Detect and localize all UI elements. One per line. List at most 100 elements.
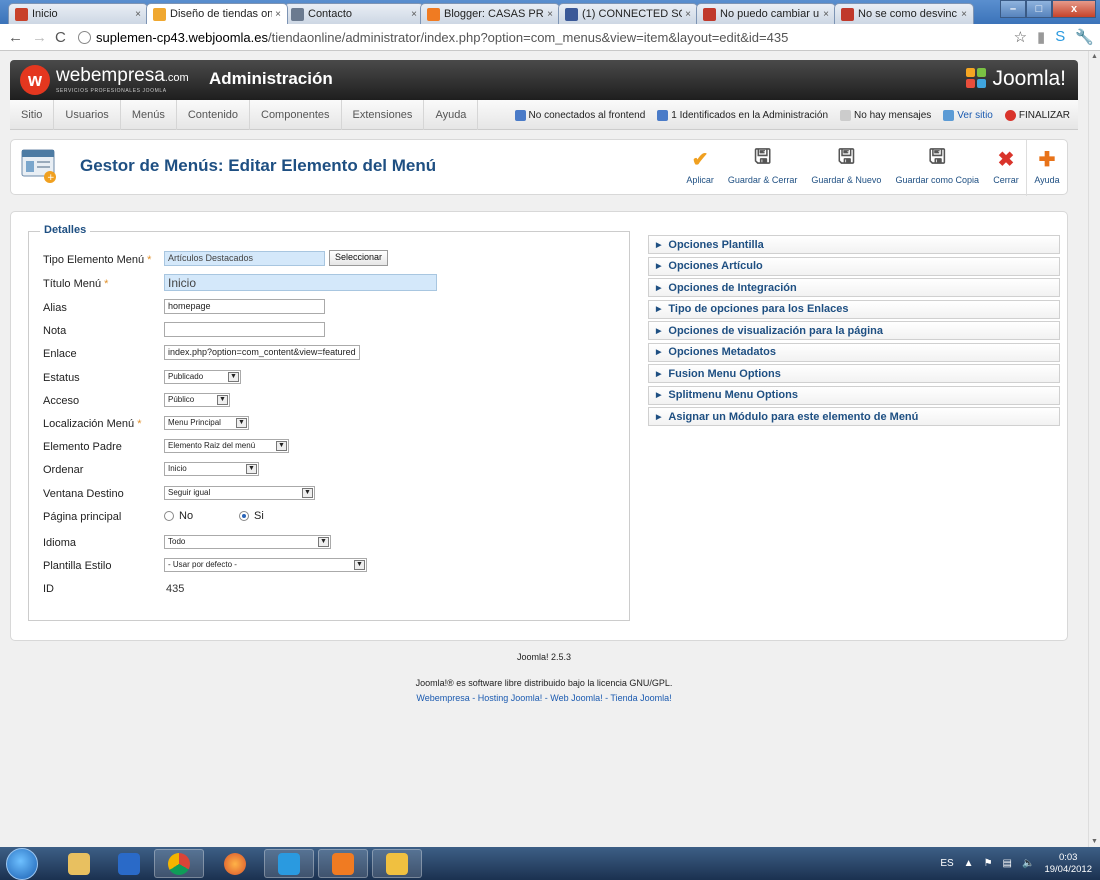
accordion-section[interactable]: ▶ Opciones Plantilla [648, 235, 1060, 254]
maximize-button[interactable]: □ [1026, 0, 1052, 18]
radio-yes[interactable] [239, 511, 249, 521]
tab-close-icon[interactable]: × [411, 9, 417, 20]
clock[interactable]: 0:03 19/04/2012 [1044, 852, 1092, 876]
accordion-section[interactable]: ▶ Opciones Artículo [648, 256, 1060, 276]
tab-close-icon[interactable]: × [135, 9, 141, 20]
save-new-button[interactable]: 🖫 Guardar & Nuevo [804, 140, 888, 196]
mail-app-icon [386, 852, 408, 875]
view-site-link[interactable]: Ver sitio [943, 109, 993, 121]
minimize-button[interactable]: – [1000, 0, 1026, 18]
menu-item-menus[interactable]: Menús [121, 100, 177, 130]
details-legend: Detalles [40, 224, 91, 236]
browser-tab[interactable]: Contacto × [284, 3, 424, 24]
reload-icon[interactable]: C [55, 29, 66, 46]
close-button[interactable]: ✖ Cerrar [986, 140, 1026, 196]
skype-task[interactable] [264, 849, 314, 878]
browser-tab[interactable]: No se como desvinc × [834, 3, 974, 24]
parent-item-select[interactable]: Elemento Raiz del menú ▼ [164, 439, 289, 453]
close-icon: ✖ [997, 148, 1015, 171]
brand-name: webempresa.com [56, 65, 189, 86]
id-value: 435 [166, 583, 185, 595]
accordion-section[interactable]: ▶ Tipo de opciones para los Enlaces [648, 299, 1060, 319]
chrome-task[interactable] [154, 849, 204, 878]
menu-item-contenido[interactable]: Contenido [177, 100, 250, 130]
scroll-up-icon[interactable]: ▲ [1091, 53, 1098, 60]
volume-icon[interactable]: 🔈 [1022, 858, 1034, 869]
browser-tab[interactable]: Inicio × [8, 3, 148, 24]
save-copy-button[interactable]: 🖫 Guardar como Copia [888, 140, 986, 196]
help-button[interactable]: ✚ Ayuda [1026, 140, 1067, 196]
scroll-down-icon[interactable]: ▼ [1091, 838, 1098, 845]
explorer-task[interactable] [54, 849, 104, 878]
radio-no[interactable] [164, 511, 174, 521]
accordion-section[interactable]: ▶ Splitmenu Menu Options [648, 385, 1060, 405]
tab-close-icon[interactable]: × [961, 9, 967, 20]
media-player-task[interactable] [104, 849, 154, 878]
browser-tab-strip: Inicio × Diseño de tiendas on × Contacto × Blo… [0, 0, 1100, 24]
messages-status[interactable]: No hay mensajes [840, 109, 931, 121]
menu-item-usuarios[interactable]: Usuarios [54, 100, 121, 130]
alias-input[interactable]: homepage [164, 299, 325, 314]
favicon-icon [703, 7, 716, 21]
footer-links[interactable]: Webempresa - Hosting Joomla! - Web Jooml… [0, 693, 1088, 703]
menu-item-sitio[interactable]: Sitio [10, 100, 55, 130]
browser-tab[interactable]: (1) CONNECTED SOL × [558, 3, 698, 24]
accordion-section[interactable]: ▶ Fusion Menu Options [648, 364, 1060, 383]
tab-title: Contacto [308, 8, 353, 20]
browser-tab[interactable]: No puedo cambiar u × [696, 3, 836, 24]
browser-tab[interactable]: Blogger: CASAS PREF× [420, 3, 560, 24]
expand-arrow-icon: ▶ [656, 370, 662, 378]
note-label: Nota [43, 325, 67, 337]
menu-title-input[interactable]: Inicio [164, 274, 437, 291]
network-icon[interactable]: ▤ [1003, 858, 1012, 869]
accordion-section[interactable]: ▶ Opciones Metadatos [648, 342, 1060, 362]
logout-link[interactable]: FINALIZAR [1004, 109, 1078, 121]
menu-item-extensiones[interactable]: Extensiones [342, 100, 425, 130]
home-yes-option[interactable]: Si [239, 510, 264, 522]
window-close-button[interactable]: x [1052, 0, 1096, 18]
menu-item-type-field[interactable]: Artículos Destacados [164, 251, 325, 266]
tab-close-icon[interactable]: × [547, 9, 553, 20]
accordion-section[interactable]: ▶ Opciones de visualización para la págin… [648, 321, 1060, 340]
browser-tab[interactable]: Diseño de tiendas on × [146, 3, 288, 24]
avast-task[interactable] [318, 849, 368, 878]
webempresa-logo-icon[interactable]: w [20, 65, 50, 95]
forward-icon[interactable]: → [32, 29, 47, 46]
wrench-icon[interactable]: 🔧 [1075, 28, 1094, 46]
tab-close-icon[interactable]: × [275, 9, 281, 20]
target-window-select[interactable]: Seguir igual ▼ [164, 486, 315, 500]
firefox-task[interactable] [210, 849, 260, 878]
link-input[interactable]: index.php?option=com_content&view=featur… [164, 345, 360, 360]
note-input[interactable] [164, 322, 325, 337]
accordion-section-title: Asignar un Módulo para este elemento de … [668, 410, 919, 423]
check-button[interactable]: ✔ Aplicar [679, 140, 721, 196]
language-select[interactable]: Todo ▼ [164, 535, 331, 549]
flag-icon[interactable]: ⚑ [984, 858, 993, 869]
chrome-icon [168, 852, 190, 875]
select-type-button[interactable]: Seleccionar [329, 250, 389, 266]
url-field[interactable]: suplemen-cp43.webjoomla.es/tiendaonline/… [78, 27, 1088, 48]
template-style-select[interactable]: - Usar por defecto - ▼ [164, 558, 367, 572]
media-player-icon [118, 852, 140, 875]
home-no-option[interactable]: No [164, 510, 193, 522]
accordion-section[interactable]: ▶ Asignar un Módulo para este elemento de… [648, 407, 1060, 426]
start-button[interactable] [6, 848, 38, 880]
skype-extension-icon[interactable]: S [1055, 28, 1065, 46]
ordering-select[interactable]: Inicio ▼ [164, 462, 259, 476]
save-button[interactable]: 🖫 Guardar & Cerrar [721, 140, 805, 196]
bookmark-star-icon[interactable]: ☆ [1014, 28, 1027, 46]
vertical-scrollbar[interactable]: ▲ ▼ [1088, 51, 1100, 847]
tab-close-icon[interactable]: × [685, 9, 691, 20]
status-select[interactable]: Publicado ▼ [164, 370, 241, 384]
back-icon[interactable]: ← [8, 29, 23, 46]
language-indicator[interactable]: ES [940, 858, 953, 869]
tab-close-icon[interactable]: × [823, 9, 829, 20]
extension-icon[interactable]: ▮ [1037, 28, 1045, 46]
accordion-section[interactable]: ▶ Opciones de Integración [648, 278, 1060, 297]
menu-item-ayuda[interactable]: Ayuda [424, 100, 479, 130]
mail-task[interactable] [372, 849, 422, 878]
menu-location-select[interactable]: Menu Principal ▼ [164, 416, 249, 430]
tray-expand-icon[interactable]: ▲ [964, 858, 974, 869]
access-select[interactable]: Público ▼ [164, 393, 230, 407]
menu-item-componentes[interactable]: Componentes [250, 100, 342, 130]
